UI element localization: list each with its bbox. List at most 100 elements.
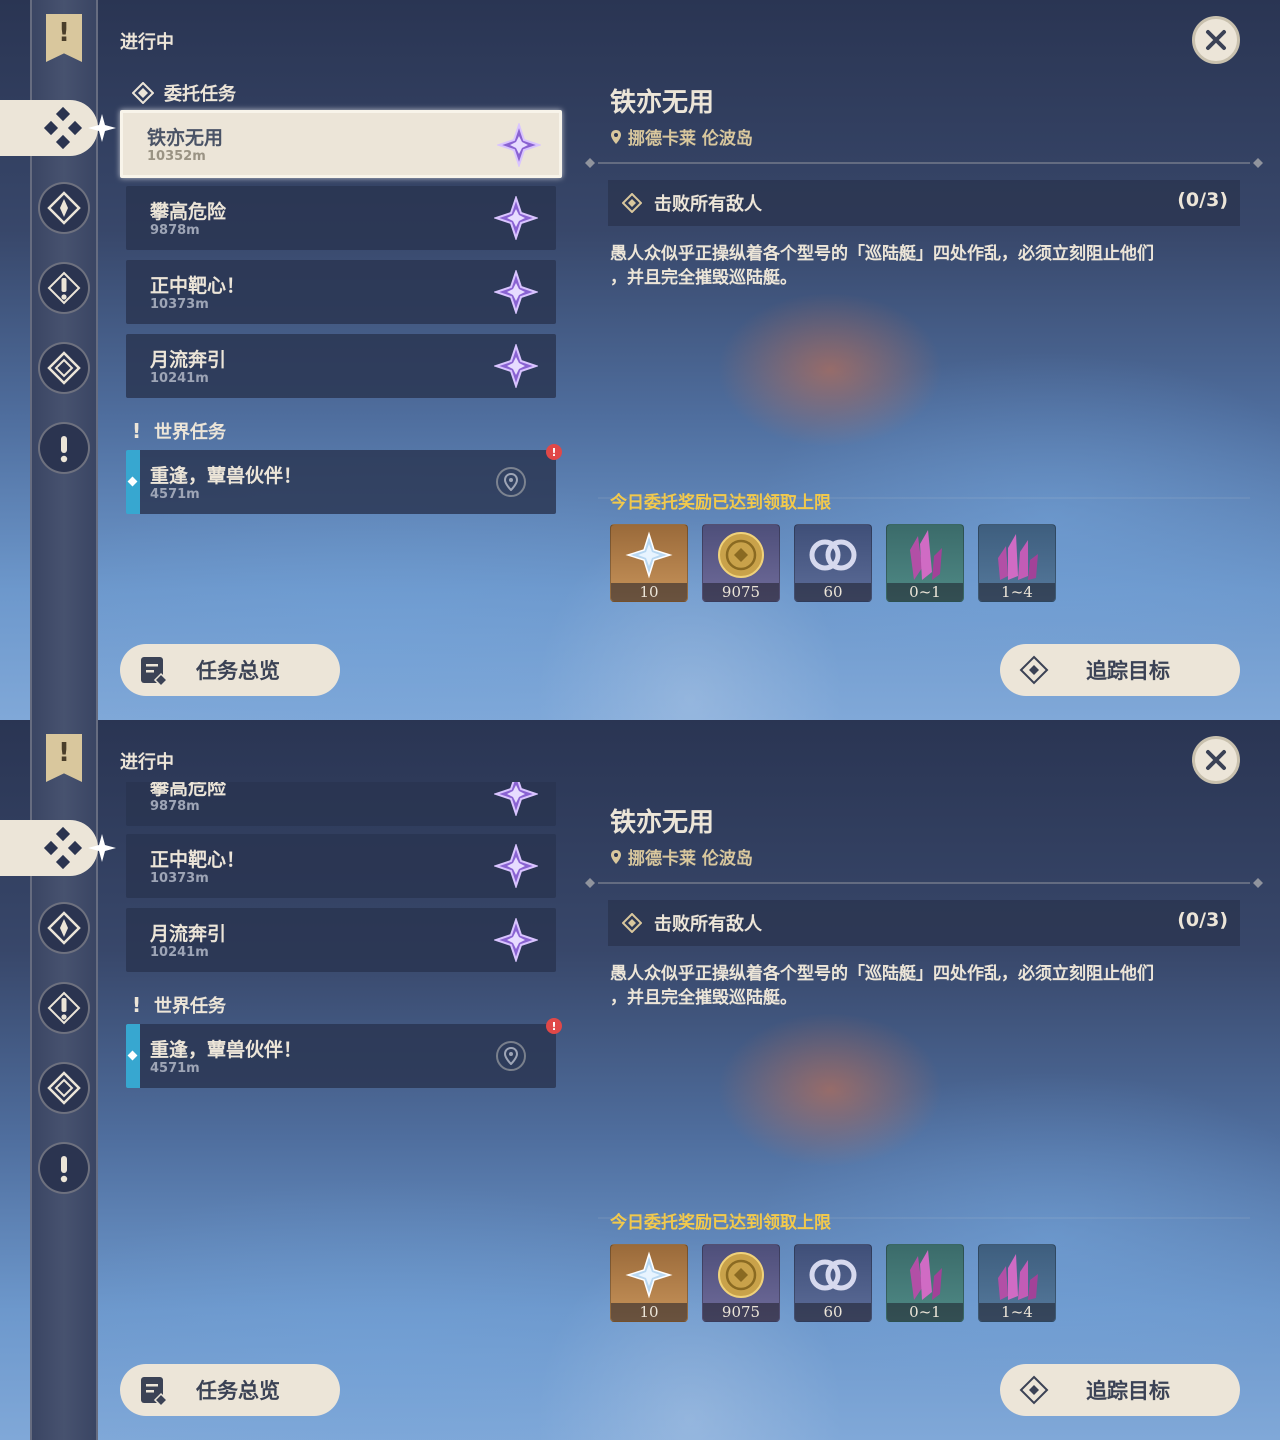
track-target-label: 追踪目标 — [1086, 659, 1170, 683]
rail-tab-world[interactable] — [38, 422, 90, 474]
world-group-label: 世界任务 — [154, 422, 226, 443]
commission-group-label: 委托任务 — [164, 84, 236, 105]
quest-overview-button[interactable]: 任务总览 — [120, 644, 340, 696]
mora-icon — [718, 532, 764, 578]
quest-panel-1: ! 进行中 委托任务 铁亦无用 10352m 攀高危险 9878m 正中靶心！ … — [0, 0, 1280, 720]
objective-progress: (0/3) — [1177, 909, 1228, 931]
quest-overview-icon — [130, 1366, 178, 1414]
quest-distance: 10241m — [150, 945, 209, 960]
quest-description: 愚人众似乎正操纵着各个型号的「巡陆艇」四处作乱，必须立刻阻止他们 ，并且完全摧毁… — [610, 962, 1240, 1010]
reward-item[interactable]: 0~1 — [886, 1244, 964, 1322]
location-pin-icon — [611, 849, 621, 864]
quest-name: 正中靶心！ — [150, 275, 246, 297]
quest-overview-button[interactable]: 任务总览 — [120, 1364, 340, 1416]
world-quest-item[interactable]: 重逢，蕈兽伙伴！ 4571m ! — [126, 1018, 562, 1088]
quest-description-line: 愚人众似乎正操纵着各个型号的「巡陆艇」四处作乱，必须立刻阻止他们 — [610, 964, 1154, 984]
quest-distance: 10241m — [150, 371, 209, 386]
location-pin-icon — [611, 129, 621, 144]
reward-quantity: 60 — [795, 583, 871, 601]
commission-star-icon — [494, 344, 538, 388]
map-pin-icon[interactable] — [496, 1041, 526, 1071]
close-button[interactable] — [1192, 16, 1240, 64]
objective-row: 击败所有敌人 (0/3) — [608, 900, 1240, 946]
reward-item[interactable]: 1~4 — [978, 1244, 1056, 1322]
quest-item[interactable]: 月流奔引 10241m — [126, 334, 556, 398]
rail-tab-hangout[interactable] — [38, 1062, 90, 1114]
quest-name: 正中靶心！ — [150, 849, 246, 871]
reward-item[interactable]: 60 — [794, 1244, 872, 1322]
rail-tab-story[interactable] — [38, 262, 90, 314]
quest-item[interactable]: 攀高危险 9878m — [126, 186, 556, 250]
quest-distance: 10352m — [147, 149, 206, 164]
crystal-purple-icon — [998, 1254, 1038, 1300]
rail-tab-commissions[interactable] — [0, 820, 116, 876]
quest-name: 月流奔引 — [150, 349, 227, 371]
quest-location: 挪德卡莱 伦波岛 — [610, 844, 753, 869]
commission-star-icon — [494, 270, 538, 314]
commission-group-icon — [132, 82, 154, 104]
reward-quantity: 1~4 — [979, 1303, 1055, 1321]
quest-panel-2: ! 进行中 攀高危险 9878m 正中靶心！ 10373m 月流奔引 10241… — [0, 720, 1280, 1440]
reward-item[interactable]: 10 — [610, 524, 688, 602]
track-target-icon — [1010, 1366, 1058, 1414]
in-progress-heading: 进行中 — [120, 752, 174, 773]
quest-distance: 4571m — [150, 487, 200, 502]
quest-item[interactable]: 月流奔引 10241m — [126, 908, 556, 972]
commission-diamonds-icon — [43, 106, 83, 150]
reward-quantity: 10 — [611, 1303, 687, 1321]
companionship-exp-icon — [809, 1259, 857, 1291]
quest-description-line: 愚人众似乎正操纵着各个型号的「巡陆艇」四处作乱，必须立刻阻止他们 — [610, 244, 1154, 264]
quest-description-line: ，并且完全摧毁巡陆艇。 — [610, 988, 797, 1008]
world-quest-item[interactable]: 重逢，蕈兽伙伴！ 4571m ! — [126, 444, 562, 514]
track-target-button[interactable]: 追踪目标 — [1000, 1364, 1240, 1416]
hangout-quest-icon — [47, 351, 81, 385]
reward-item[interactable]: 10 — [610, 1244, 688, 1322]
rail-tab-world[interactable] — [38, 1142, 90, 1194]
quest-location-text: 挪德卡莱 伦波岛 — [628, 129, 753, 149]
rail-tab-hangout[interactable] — [38, 342, 90, 394]
quest-overview-icon — [130, 646, 178, 694]
commission-star-icon — [494, 844, 538, 888]
reward-item[interactable]: 9075 — [702, 1244, 780, 1322]
reward-item[interactable]: 0~1 — [886, 524, 964, 602]
reward-item[interactable]: 1~4 — [978, 524, 1056, 602]
story-quest-icon — [47, 991, 81, 1025]
quest-item[interactable]: 攀高危险 9878m — [126, 782, 556, 826]
map-pin-icon[interactable] — [496, 467, 526, 497]
quest-location: 挪德卡莱 伦波岛 — [610, 124, 753, 149]
archon-quest-icon — [47, 191, 81, 225]
reward-limit-notice: 今日委托奖励已达到领取上限 — [610, 1213, 831, 1233]
world-group-title: ! 世界任务 — [132, 992, 226, 1018]
close-button[interactable] — [1192, 736, 1240, 784]
quest-name: 攀高危险 — [150, 782, 227, 799]
reward-quantity: 10 — [611, 583, 687, 601]
quest-overview-label: 任务总览 — [196, 1379, 280, 1403]
quest-distance: 4571m — [150, 1061, 200, 1076]
detail-divider — [585, 158, 1263, 168]
quest-distance: 9878m — [150, 223, 200, 238]
world-quest-icon — [60, 1156, 68, 1183]
quest-item-selected[interactable]: 铁亦无用 10352m — [120, 110, 562, 178]
rail-tab-archon[interactable] — [38, 182, 90, 234]
quest-item[interactable]: 正中靶心！ 10373m — [126, 260, 556, 324]
reward-quantity: 60 — [795, 1303, 871, 1321]
quest-name: 铁亦无用 — [147, 127, 224, 149]
rail-tab-story[interactable] — [38, 982, 90, 1034]
rail-tab-commissions[interactable] — [0, 100, 116, 156]
quest-detail-title: 铁亦无用 — [610, 808, 715, 838]
reward-item[interactable]: 9075 — [702, 524, 780, 602]
archon-quest-icon — [47, 911, 81, 945]
reward-item[interactable]: 60 — [794, 524, 872, 602]
mora-icon — [718, 1252, 764, 1298]
rail-tab-archon[interactable] — [38, 902, 90, 954]
reward-quantity: 0~1 — [887, 583, 963, 601]
world-group-icon: ! — [132, 419, 142, 443]
quest-item[interactable]: 正中靶心！ 10373m — [126, 834, 556, 898]
primogem-icon — [625, 1251, 673, 1299]
story-quest-icon — [47, 271, 81, 305]
world-group-icon: ! — [132, 993, 142, 1017]
world-group-title: ! 世界任务 — [132, 418, 226, 444]
commission-star-icon — [494, 196, 538, 240]
objective-diamond-icon — [622, 193, 642, 213]
track-target-button[interactable]: 追踪目标 — [1000, 644, 1240, 696]
